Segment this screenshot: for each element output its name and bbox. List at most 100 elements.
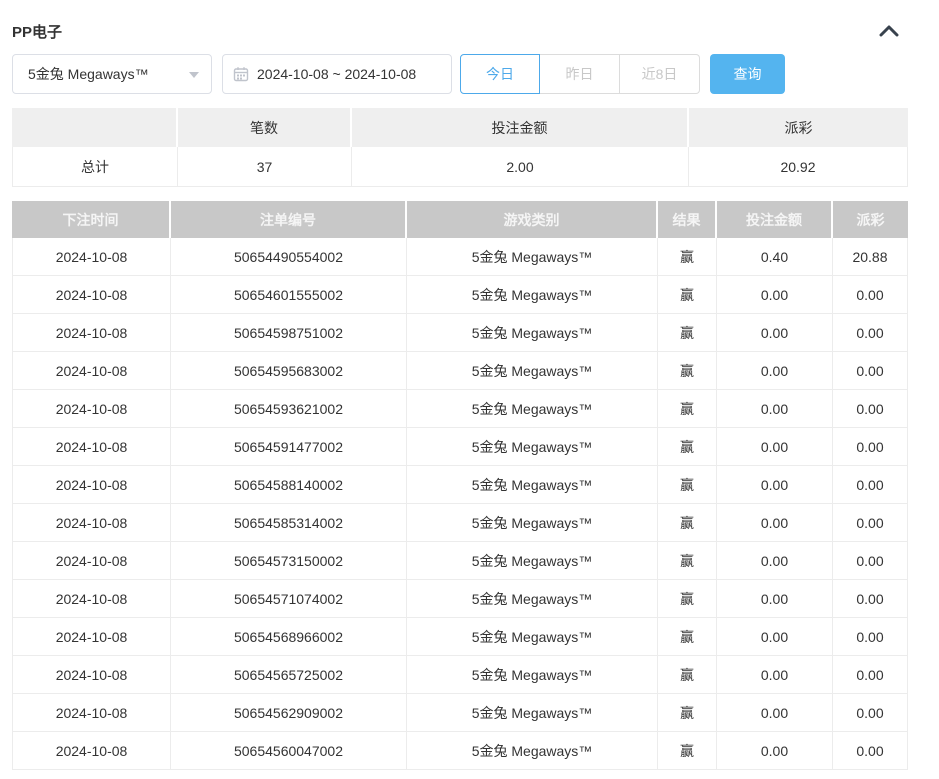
table-row: 总计372.0020.92 <box>12 147 908 187</box>
table-cell: 赢 <box>658 276 717 314</box>
table-cell: 50654598751002 <box>171 314 407 352</box>
bets-header-row: 下注时间注单编号游戏类别结果投注金额派彩 <box>12 201 908 238</box>
table-cell: 2024-10-08 <box>12 542 171 580</box>
game-select[interactable]: 5金兔 Megaways™ <box>12 54 212 94</box>
table-cell: 0.40 <box>717 238 833 276</box>
collapse-button[interactable] <box>875 17 903 45</box>
column-header: 派彩 <box>689 108 908 147</box>
table-cell: 50654573150002 <box>171 542 407 580</box>
table-cell: 50654560047002 <box>171 732 407 770</box>
column-header: 结果 <box>658 201 717 238</box>
date-range-value: 2024-10-08 ~ 2024-10-08 <box>257 66 416 82</box>
table-cell: 赢 <box>658 580 717 618</box>
table-cell: 2.00 <box>352 147 689 187</box>
table-row: 2024-10-08506545853140025金兔 Megaways™赢0.… <box>12 504 908 542</box>
table-cell: 0.00 <box>833 580 908 618</box>
table-row: 2024-10-08506545689660025金兔 Megaways™赢0.… <box>12 618 908 656</box>
table-cell: 5金兔 Megaways™ <box>407 618 658 656</box>
column-header: 投注金额 <box>352 108 689 147</box>
table-cell: 5金兔 Megaways™ <box>407 276 658 314</box>
table-cell: 赢 <box>658 618 717 656</box>
table-cell: 50654585314002 <box>171 504 407 542</box>
table-row: 2024-10-08506545629090025金兔 Megaways™赢0.… <box>12 694 908 732</box>
table-cell: 5金兔 Megaways™ <box>407 542 658 580</box>
chevron-up-icon <box>879 25 899 37</box>
table-cell: 2024-10-08 <box>12 238 171 276</box>
table-cell: 50654595683002 <box>171 352 407 390</box>
table-cell: 5金兔 Megaways™ <box>407 238 658 276</box>
table-cell: 2024-10-08 <box>12 504 171 542</box>
table-row: 2024-10-08506545956830025金兔 Megaways™赢0.… <box>12 352 908 390</box>
table-cell: 赢 <box>658 466 717 504</box>
table-cell: 0.00 <box>717 466 833 504</box>
table-cell: 赢 <box>658 504 717 542</box>
table-cell: 0.00 <box>717 542 833 580</box>
table-cell: 2024-10-08 <box>12 390 171 428</box>
table-cell: 20.92 <box>689 147 908 187</box>
table-cell: 赢 <box>658 238 717 276</box>
table-cell: 5金兔 Megaways™ <box>407 314 658 352</box>
table-cell: 37 <box>178 147 352 187</box>
bets-table: 下注时间注单编号游戏类别结果投注金额派彩 2024-10-08506544905… <box>12 201 908 770</box>
table-cell: 5金兔 Megaways™ <box>407 694 658 732</box>
table-row: 2024-10-08506545731500025金兔 Megaways™赢0.… <box>12 542 908 580</box>
quick-date-group: 今日 昨日 近8日 <box>460 54 700 94</box>
table-cell: 2024-10-08 <box>12 352 171 390</box>
table-cell: 0.00 <box>833 390 908 428</box>
table-row: 2024-10-08506545914770025金兔 Megaways™赢0.… <box>12 428 908 466</box>
table-cell: 0.00 <box>833 732 908 770</box>
table-cell: 2024-10-08 <box>12 314 171 352</box>
table-cell: 50654601555002 <box>171 276 407 314</box>
table-row: 2024-10-08506545881400025金兔 Megaways™赢0.… <box>12 466 908 504</box>
query-button[interactable]: 查询 <box>710 54 785 94</box>
column-header: 派彩 <box>833 201 908 238</box>
table-row: 2024-10-08506544905540025金兔 Megaways™赢0.… <box>12 238 908 276</box>
table-cell: 2024-10-08 <box>12 428 171 466</box>
table-cell: 50654571074002 <box>171 580 407 618</box>
date-range-input[interactable]: 2024-10-08 ~ 2024-10-08 <box>222 54 452 94</box>
table-cell: 2024-10-08 <box>12 656 171 694</box>
table-cell: 0.00 <box>833 466 908 504</box>
table-row: 2024-10-08506545600470025金兔 Megaways™赢0.… <box>12 732 908 770</box>
table-cell: 0.00 <box>833 314 908 352</box>
table-cell: 赢 <box>658 542 717 580</box>
table-cell: 0.00 <box>833 504 908 542</box>
table-cell: 50654568966002 <box>171 618 407 656</box>
summary-body: 总计372.0020.92 <box>12 147 908 187</box>
table-cell: 赢 <box>658 732 717 770</box>
table-cell: 0.00 <box>833 352 908 390</box>
panel-header: PP电子 <box>12 0 927 48</box>
pp-electronic-panel: PP电子 5金兔 Megaways™ 2024-10-08 ~ 2024-10-… <box>0 0 939 770</box>
table-row: 2024-10-08506545657250025金兔 Megaways™赢0.… <box>12 656 908 694</box>
calendar-icon <box>233 66 249 82</box>
caret-down-icon <box>189 72 199 78</box>
table-row: 2024-10-08506546015550025金兔 Megaways™赢0.… <box>12 276 908 314</box>
table-cell: 5金兔 Megaways™ <box>407 656 658 694</box>
table-cell: 赢 <box>658 656 717 694</box>
table-cell: 赢 <box>658 390 717 428</box>
summary-table: 笔数投注金额派彩 总计372.0020.92 <box>12 108 908 187</box>
yesterday-button[interactable]: 昨日 <box>540 54 620 94</box>
table-cell: 2024-10-08 <box>12 580 171 618</box>
table-cell: 0.00 <box>717 732 833 770</box>
table-cell: 50654588140002 <box>171 466 407 504</box>
today-button[interactable]: 今日 <box>460 54 540 94</box>
column-header: 注单编号 <box>171 201 407 238</box>
table-cell: 5金兔 Megaways™ <box>407 580 658 618</box>
table-cell: 50654565725002 <box>171 656 407 694</box>
table-cell: 赢 <box>658 314 717 352</box>
table-cell: 2024-10-08 <box>12 732 171 770</box>
table-cell: 赢 <box>658 694 717 732</box>
table-cell: 赢 <box>658 428 717 466</box>
table-cell: 5金兔 Megaways™ <box>407 732 658 770</box>
table-cell: 2024-10-08 <box>12 466 171 504</box>
table-cell: 20.88 <box>833 238 908 276</box>
table-cell: 0.00 <box>833 694 908 732</box>
bets-body: 2024-10-08506544905540025金兔 Megaways™赢0.… <box>12 238 908 770</box>
table-cell: 0.00 <box>717 504 833 542</box>
page-title: PP电子 <box>12 21 62 42</box>
last-8-days-button[interactable]: 近8日 <box>620 54 700 94</box>
table-cell: 2024-10-08 <box>12 618 171 656</box>
table-cell: 50654591477002 <box>171 428 407 466</box>
table-row: 2024-10-08506545987510025金兔 Megaways™赢 0.… <box>12 314 908 352</box>
